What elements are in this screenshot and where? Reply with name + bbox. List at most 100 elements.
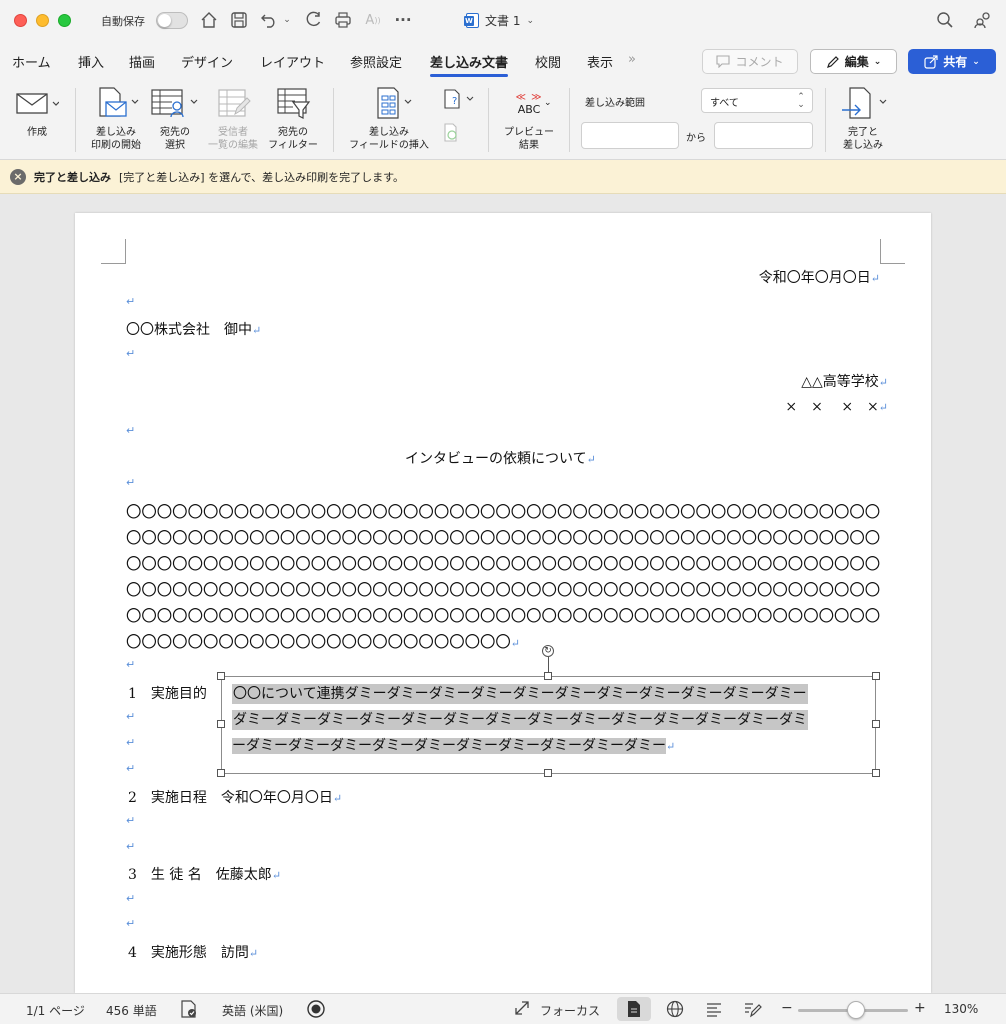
more-icon[interactable]: ··· <box>392 9 414 31</box>
tab-draw[interactable]: 描画 <box>129 52 155 71</box>
word-count[interactable]: 456 単語 <box>106 1002 157 1019</box>
rules-button[interactable]: ? <box>438 88 478 110</box>
resize-handle[interactable] <box>872 720 880 728</box>
draft-view-icon[interactable] <box>743 999 763 1022</box>
edit-button[interactable]: 編集 ⌄ <box>810 49 897 74</box>
tab-insert[interactable]: 挿入 <box>78 52 104 71</box>
document-title-line[interactable]: インタビューの依頼について↵ <box>405 448 596 468</box>
close-window-button[interactable] <box>14 14 27 27</box>
proofing-icon[interactable] <box>180 999 198 1022</box>
item3-line[interactable]: 3 生 徒 名 佐藤太郎↵ <box>128 864 281 884</box>
selected-text-line[interactable]: 〇〇について連携ダミーダミーダミーダミーダミーダミーダミーダミーダミーダミーダミ… <box>232 684 808 704</box>
document-title[interactable]: 文書 1 ⌄ <box>464 12 534 29</box>
paragraph-mark: ↵ <box>332 792 343 805</box>
body-line[interactable]: 〇〇〇〇〇〇〇〇〇〇〇〇〇〇〇〇〇〇〇〇〇〇〇〇〇〇〇〇〇〇〇〇〇〇〇〇〇〇〇〇… <box>126 604 880 626</box>
create-button[interactable]: 作成 <box>12 86 62 139</box>
paragraph-mark: ↵ <box>126 762 136 775</box>
tab-review[interactable]: 校閲 <box>535 52 561 71</box>
language-status[interactable]: 英語 (米国) <box>222 1002 283 1019</box>
start-mail-merge-button[interactable]: 差し込み 印刷の開始 <box>88 86 144 152</box>
share-button[interactable]: 共有 ⌄ <box>908 49 996 74</box>
zoom-slider-handle[interactable] <box>847 1001 865 1019</box>
comment-button[interactable]: コメント <box>702 49 798 74</box>
edit-list-icon <box>218 89 251 117</box>
item2-line[interactable]: 2 実施日程 令和〇年〇月〇日↵ <box>128 787 342 807</box>
resize-handle[interactable] <box>217 720 225 728</box>
search-icon[interactable] <box>934 9 956 31</box>
autosave-toggle[interactable] <box>156 12 188 29</box>
tab-references[interactable]: 参照設定 <box>350 52 402 71</box>
undo-dropdown-icon[interactable]: ⌄ <box>280 9 294 31</box>
paragraph-mark: ↵ <box>248 947 259 960</box>
focus-label[interactable]: フォーカス <box>540 1002 600 1019</box>
print-icon[interactable] <box>332 9 354 31</box>
chevron-down-icon[interactable]: ⌄ <box>544 98 552 108</box>
save-icon[interactable] <box>228 9 250 31</box>
resize-handle[interactable] <box>872 672 880 680</box>
filter-recipients-label: 宛先の フィルター <box>268 127 318 151</box>
tab-overflow-icon[interactable]: » <box>628 52 636 67</box>
body-line-last[interactable]: 〇〇〇〇〇〇〇〇〇〇〇〇〇〇〇〇〇〇〇〇〇〇〇〇〇↵ <box>126 630 520 652</box>
resize-handle[interactable] <box>872 769 880 777</box>
filter-recipients-button[interactable]: 宛先の フィルター <box>264 86 322 152</box>
body-line[interactable]: 〇〇〇〇〇〇〇〇〇〇〇〇〇〇〇〇〇〇〇〇〇〇〇〇〇〇〇〇〇〇〇〇〇〇〇〇〇〇〇〇… <box>126 578 880 600</box>
print-layout-icon <box>626 1000 642 1021</box>
home-icon[interactable] <box>198 9 220 31</box>
share-people-icon[interactable] <box>972 9 994 31</box>
selected-text-line-last[interactable]: ーダミーダミーダミーダミーダミーダミーダミーダミーダミーダミー↵ <box>232 736 675 757</box>
paragraph-mark: ↵ <box>126 658 136 671</box>
zoom-window-button[interactable] <box>58 14 71 27</box>
paragraph-mark: ↵ <box>126 347 136 360</box>
resize-handle[interactable] <box>544 769 552 777</box>
record-macro-icon[interactable] <box>306 999 326 1022</box>
insert-merge-field-button[interactable]: 差し込み フィールドの挿入 <box>345 86 433 152</box>
undo-icon[interactable] <box>258 9 280 31</box>
preview-results-button[interactable]: ≪ ≫ ABC プレビュー 結果 <box>496 86 562 152</box>
recipients-list-icon <box>151 89 198 118</box>
tab-layout[interactable]: レイアウト <box>260 52 325 71</box>
focus-icon[interactable] <box>513 999 531 1020</box>
recipient-line[interactable]: 〇〇株式会社 御中↵ <box>126 319 261 339</box>
sender-name-line[interactable]: × × × ×↵ <box>785 396 888 416</box>
resize-handle[interactable] <box>217 672 225 680</box>
date-line[interactable]: 令和〇年〇月〇日↵ <box>759 267 880 287</box>
range-from-input[interactable] <box>581 122 679 149</box>
match-fields-button[interactable] <box>438 122 464 144</box>
resize-handle[interactable] <box>217 769 225 777</box>
body-line[interactable]: 〇〇〇〇〇〇〇〇〇〇〇〇〇〇〇〇〇〇〇〇〇〇〇〇〇〇〇〇〇〇〇〇〇〇〇〇〇〇〇〇… <box>126 526 880 548</box>
tab-mailings[interactable]: 差し込み文書 <box>430 52 509 77</box>
range-to-input[interactable] <box>714 122 813 149</box>
tab-design[interactable]: デザイン <box>181 52 233 71</box>
body-line[interactable]: 〇〇〇〇〇〇〇〇〇〇〇〇〇〇〇〇〇〇〇〇〇〇〇〇〇〇〇〇〇〇〇〇〇〇〇〇〇〇〇〇… <box>126 500 880 522</box>
document-page[interactable]: 令和〇年〇月〇日↵ ↵ 〇〇株式会社 御中↵ ↵ △△高等学校↵ × × × ×… <box>75 213 931 993</box>
dismiss-message-icon[interactable]: × <box>10 168 26 185</box>
page-count[interactable]: 1/1 ページ <box>26 1002 85 1019</box>
redo-icon[interactable] <box>302 9 324 31</box>
start-mail-merge-label: 差し込み 印刷の開始 <box>91 127 141 151</box>
zoom-level[interactable]: 130% <box>944 1002 978 1016</box>
rotate-handle-icon[interactable]: ↻ <box>542 645 554 657</box>
paragraph-mark: ↵ <box>878 401 888 414</box>
outline-view-icon[interactable] <box>705 1000 723 1021</box>
read-aloud-icon[interactable]: A)) <box>362 9 384 31</box>
zoom-in-button[interactable]: + <box>914 1000 926 1016</box>
resize-handle[interactable] <box>544 672 552 680</box>
select-recipients-button[interactable]: 宛先の 選択 <box>150 86 200 152</box>
edit-recipient-list-button[interactable]: 受信者 一覧の編集 <box>205 86 261 152</box>
paragraph-mark: ↵ <box>126 424 136 437</box>
tab-home[interactable]: ホーム <box>12 52 51 71</box>
comment-label: コメント <box>735 55 784 69</box>
sender-school-line[interactable]: △△高等学校↵ <box>801 371 888 391</box>
web-layout-icon[interactable] <box>666 1000 684 1021</box>
body-line[interactable]: 〇〇〇〇〇〇〇〇〇〇〇〇〇〇〇〇〇〇〇〇〇〇〇〇〇〇〇〇〇〇〇〇〇〇〇〇〇〇〇〇… <box>126 552 880 574</box>
item4-line[interactable]: 4 実施形態 訪問↵ <box>128 942 258 962</box>
minimize-window-button[interactable] <box>36 14 49 27</box>
merge-range-select[interactable]: すべて <box>701 88 813 113</box>
zoom-out-button[interactable]: − <box>781 1000 793 1016</box>
tab-view[interactable]: 表示 <box>587 52 613 71</box>
selected-text-line[interactable]: ダミーダミーダミーダミーダミーダミーダミーダミーダミーダミーダミーダミーダミーダ… <box>232 710 808 730</box>
share-icon <box>924 54 938 69</box>
finish-merge-button[interactable]: 完了と 差し込み <box>835 86 891 152</box>
paragraph-mark: ↵ <box>126 295 136 308</box>
item1-label[interactable]: 1 実施目的 <box>128 683 207 703</box>
